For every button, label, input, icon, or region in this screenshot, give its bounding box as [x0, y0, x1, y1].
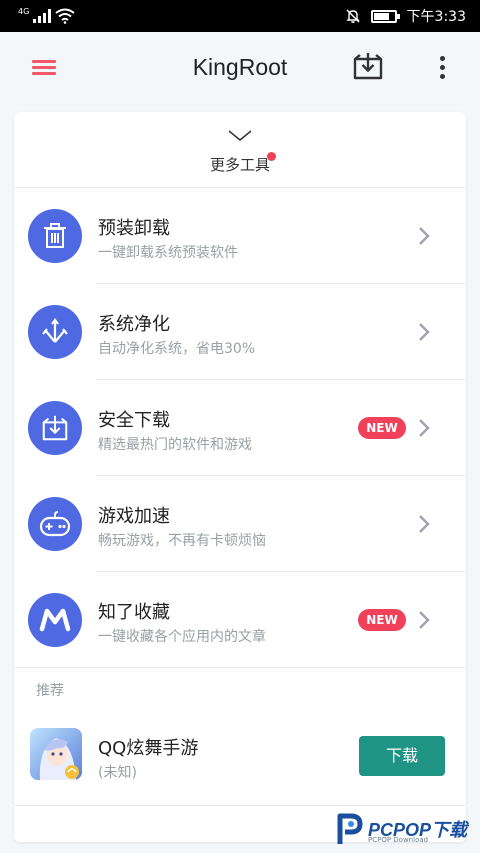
recommend-label: 推荐: [36, 683, 64, 699]
app-bar: KingRoot: [0, 32, 480, 104]
more-tools-label: 更多工具: [209, 156, 270, 174]
wifi-icon: [55, 8, 75, 24]
new-badge: NEW: [358, 609, 406, 631]
tool-row-bookmark[interactable]: 知了收藏 一键收藏各个应用内的文章 NEW: [14, 572, 466, 668]
status-time: 下午3:33: [406, 9, 466, 25]
recommend-app-row[interactable]: QQ炫舞手游 (未知) 下载: [14, 710, 466, 806]
notification-dot: [267, 152, 276, 161]
tool-row-safe-download[interactable]: 安全下载 精选最热门的软件和游戏 NEW: [14, 380, 466, 476]
app-subtitle: (未知): [98, 765, 137, 781]
tools-card: 更多工具 预装卸载 一键卸载系统预装软件 系统净化 自动净化系统，省电30% 安…: [14, 112, 466, 842]
mute-bell-icon: [345, 9, 360, 23]
trash-icon: [28, 209, 82, 263]
tool-title: 游戏加速: [98, 506, 170, 527]
network-type: 4G: [18, 6, 30, 16]
tool-subtitle: 畅玩游戏，不再有卡顿烦恼: [98, 533, 266, 549]
tool-subtitle: 精选最热门的软件和游戏: [98, 437, 252, 453]
install-button[interactable]: 下载: [359, 736, 445, 776]
tool-title: 知了收藏: [98, 602, 170, 623]
more-tools-toggle[interactable]: 更多工具: [14, 112, 466, 188]
m-logo-icon: [28, 593, 82, 647]
gamepad-icon: [28, 497, 82, 551]
chevron-right-icon: [419, 611, 430, 629]
chevron-down-icon: [228, 130, 252, 141]
download-manager-icon[interactable]: [352, 50, 384, 82]
watermark-logo: PCPOP下载 PCPOP Download: [330, 806, 480, 853]
chevron-right-icon: [419, 227, 430, 245]
chevron-right-icon: [419, 419, 430, 437]
chevron-right-icon: [419, 323, 430, 341]
tool-subtitle: 自动净化系统，省电30%: [98, 341, 256, 357]
battery-icon: [370, 9, 400, 23]
watermark-sub: PCPOP Download: [368, 836, 429, 844]
tool-title: 安全下载: [98, 410, 170, 431]
overflow-menu-icon[interactable]: [432, 54, 452, 82]
download-box-icon: [28, 401, 82, 455]
app-title: QQ炫舞手游: [98, 738, 199, 759]
new-badge: NEW: [358, 417, 406, 439]
tool-subtitle: 一键收藏各个应用内的文章: [98, 629, 266, 645]
tool-title: 预装卸载: [98, 218, 170, 239]
app-title: KingRoot: [192, 54, 288, 80]
signal-icon: [33, 9, 52, 23]
trident-icon: [28, 305, 82, 359]
tool-subtitle: 一键卸载系统预装软件: [98, 245, 238, 261]
tool-title: 系统净化: [98, 314, 170, 335]
tool-row-purify[interactable]: 系统净化 自动净化系统，省电30%: [14, 284, 466, 380]
game-app-icon: [30, 728, 82, 780]
p-logo-icon: [337, 813, 363, 844]
tool-row-uninstall[interactable]: 预装卸载 一键卸载系统预装软件: [14, 188, 466, 284]
tool-row-game-boost[interactable]: 游戏加速 畅玩游戏，不再有卡顿烦恼: [14, 476, 466, 572]
chevron-right-icon: [419, 515, 430, 533]
status-bar: 4G 下午3:33: [0, 0, 480, 32]
